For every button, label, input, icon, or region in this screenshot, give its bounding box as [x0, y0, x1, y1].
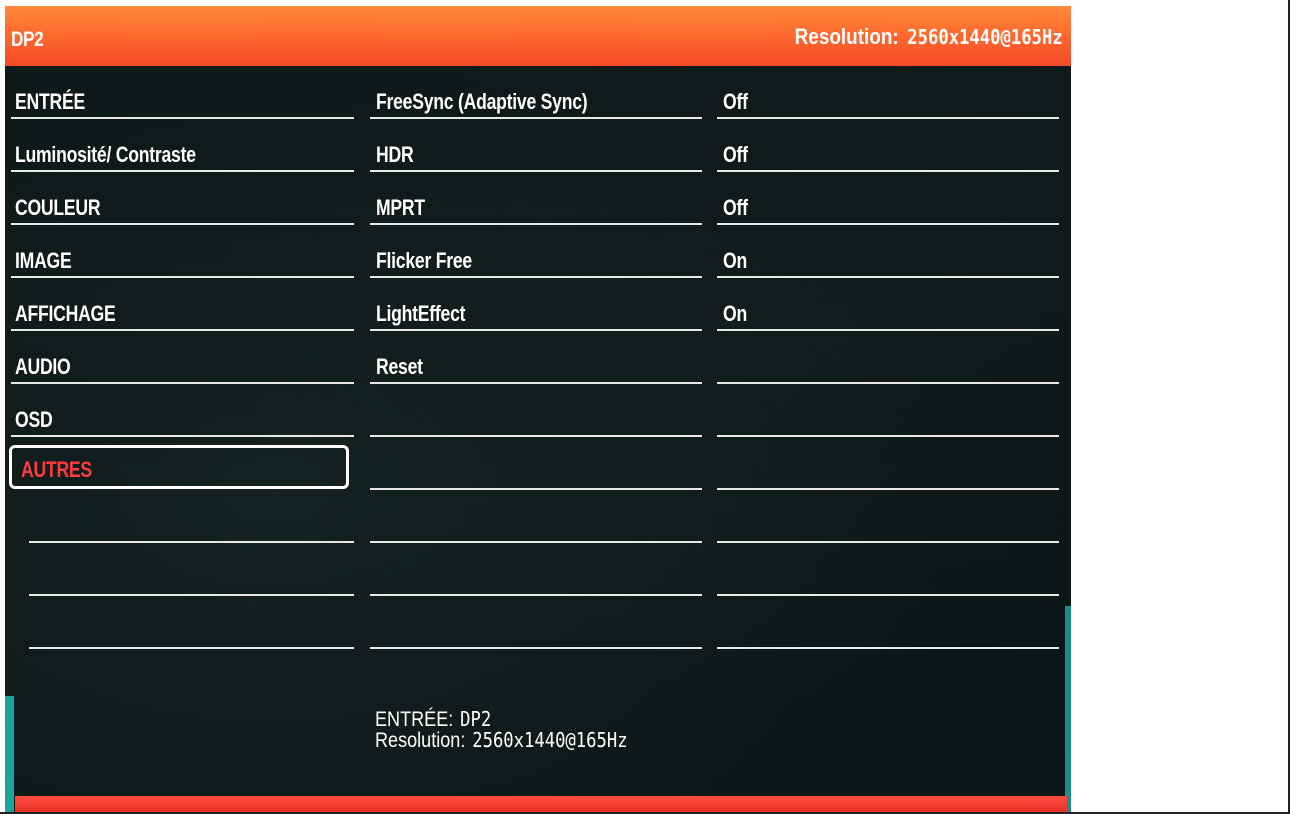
- values-list: Off Off Off On On: [717, 66, 1059, 649]
- menu-item-entree[interactable]: ENTRÉE: [9, 66, 354, 119]
- info-input-label: ENTRÉE:: [375, 708, 454, 731]
- setting-label: Reset: [376, 354, 423, 379]
- menu-item-label: AUDIO: [15, 354, 71, 379]
- menu-empty-row: [9, 596, 354, 649]
- osd-header: DP2 Resolution: 2560x1440@165Hz: [5, 6, 1071, 66]
- info-resolution-line: Resolution: 2560x1440@165Hz: [375, 730, 628, 751]
- values-empty-row: [717, 543, 1059, 596]
- info-resolution-value: 2560x1440@165Hz: [472, 728, 628, 752]
- menu-item-autres[interactable]: AUTRES: [9, 437, 354, 490]
- menu-item-couleur[interactable]: COULEUR: [9, 172, 354, 225]
- setting-label: Flicker Free: [376, 248, 472, 273]
- setting-value: Off: [723, 195, 748, 220]
- setting-label: MPRT: [376, 195, 425, 220]
- setting-light-effect[interactable]: LightEffect: [370, 278, 702, 331]
- setting-value: On: [723, 301, 747, 326]
- value-mprt[interactable]: Off: [717, 172, 1059, 225]
- header-resolution-value: 2560x1440@165Hz: [907, 25, 1063, 49]
- menu-item-label: Luminosité/ Contraste: [15, 142, 196, 167]
- settings-empty-row: [370, 490, 702, 543]
- menu-item-label: COULEUR: [15, 195, 101, 220]
- monitor-osd-screen: DP2 Resolution: 2560x1440@165Hz ENTRÉE Lu…: [5, 6, 1071, 812]
- setting-mprt[interactable]: MPRT: [370, 172, 702, 225]
- setting-hdr[interactable]: HDR: [370, 119, 702, 172]
- menu-item-label: ENTRÉE: [15, 89, 85, 114]
- settings-empty-row: [370, 384, 702, 437]
- values-empty-row: [717, 384, 1059, 437]
- menu-item-image[interactable]: IMAGE: [9, 225, 354, 278]
- current-input-label: DP2: [11, 28, 44, 51]
- menu-item-label: OSD: [15, 407, 53, 432]
- menu-empty-row: [9, 490, 354, 543]
- bezel-reflection-left: [5, 696, 14, 812]
- values-empty-row: [717, 437, 1059, 490]
- setting-freesync[interactable]: FreeSync (Adaptive Sync): [370, 66, 702, 119]
- menu-item-audio[interactable]: AUDIO: [9, 331, 354, 384]
- setting-label: LightEffect: [376, 301, 466, 326]
- input-info-panel: ENTRÉE: DP2 Resolution: 2560x1440@165Hz: [375, 709, 628, 751]
- setting-label: HDR: [376, 142, 414, 167]
- menu-item-osd[interactable]: OSD: [9, 384, 354, 437]
- row-divider: [717, 647, 1059, 649]
- value-freesync[interactable]: Off: [717, 66, 1059, 119]
- osd-bottom-bar: [15, 796, 1067, 812]
- setting-value: Off: [723, 142, 748, 167]
- value-reset: [717, 331, 1059, 384]
- setting-value: On: [723, 248, 747, 273]
- main-menu: ENTRÉE Luminosité/ Contraste COULEUR IMA…: [9, 66, 354, 649]
- settings-empty-row: [370, 437, 702, 490]
- menu-item-affichage[interactable]: AFFICHAGE: [9, 278, 354, 331]
- value-flicker-free[interactable]: On: [717, 225, 1059, 278]
- menu-item-label: AFFICHAGE: [15, 301, 116, 326]
- value-hdr[interactable]: Off: [717, 119, 1059, 172]
- menu-item-label: IMAGE: [15, 248, 72, 273]
- setting-reset[interactable]: Reset: [370, 331, 702, 384]
- header-resolution-label: Resolution:: [795, 24, 900, 49]
- menu-item-luminosite-contraste[interactable]: Luminosité/ Contraste: [9, 119, 354, 172]
- values-empty-row: [717, 596, 1059, 649]
- bezel-reflection-right: [1065, 606, 1071, 812]
- setting-value: Off: [723, 89, 748, 114]
- row-divider: [370, 647, 702, 649]
- menu-item-label: AUTRES: [21, 457, 92, 482]
- values-empty-row: [717, 490, 1059, 543]
- settings-empty-row: [370, 596, 702, 649]
- photo-frame: DP2 Resolution: 2560x1440@165Hz ENTRÉE Lu…: [0, 0, 1290, 814]
- menu-empty-row: [9, 543, 354, 596]
- settings-empty-row: [370, 543, 702, 596]
- info-resolution-label: Resolution:: [375, 729, 466, 752]
- settings-list: FreeSync (Adaptive Sync) HDR MPRT Flicke…: [370, 66, 702, 649]
- info-input-line: ENTRÉE: DP2: [375, 709, 628, 730]
- row-divider: [29, 647, 354, 649]
- header-resolution: Resolution: 2560x1440@165Hz: [795, 24, 1063, 50]
- value-light-effect[interactable]: On: [717, 278, 1059, 331]
- setting-flicker-free[interactable]: Flicker Free: [370, 225, 702, 278]
- setting-label: FreeSync (Adaptive Sync): [376, 89, 588, 114]
